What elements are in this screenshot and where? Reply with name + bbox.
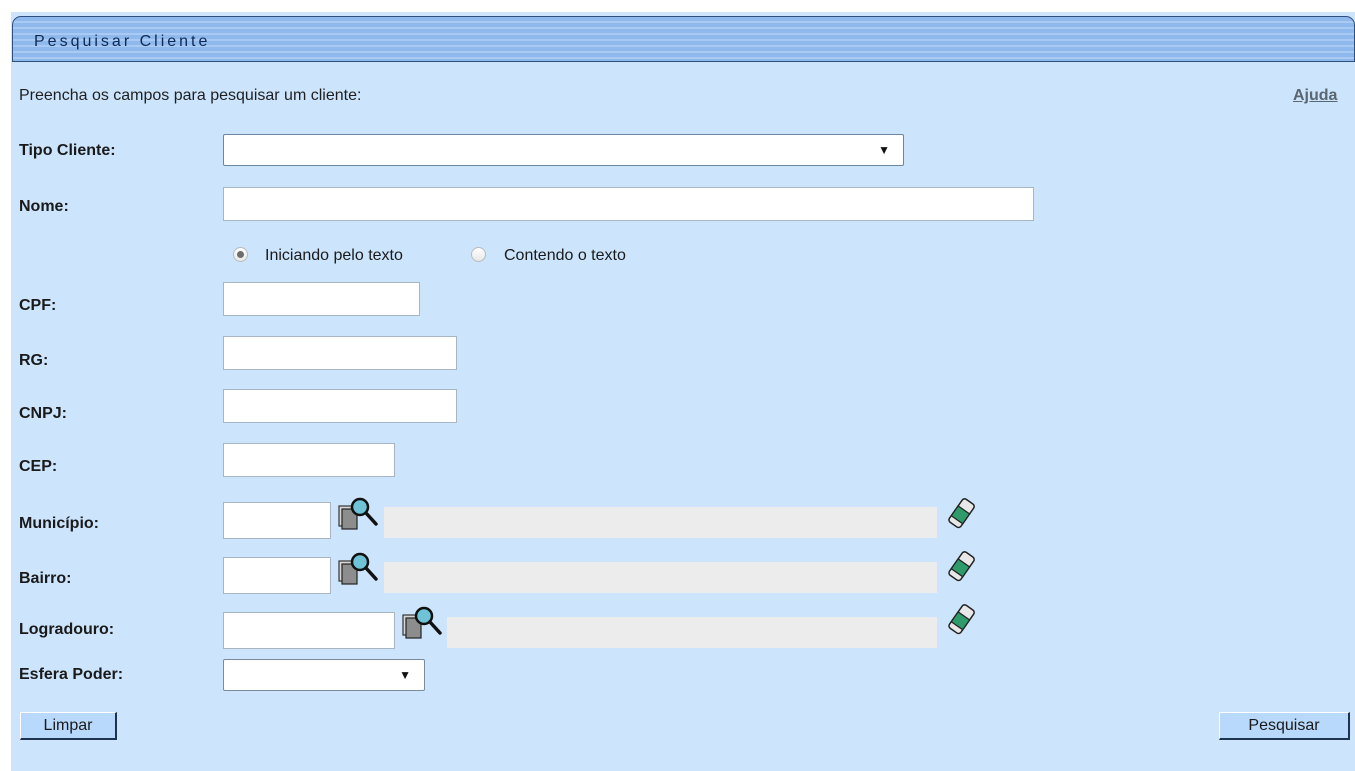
cep-input[interactable] bbox=[223, 443, 395, 477]
radio-contendo-label: Contendo o texto bbox=[504, 247, 626, 264]
municipio-label: Município: bbox=[19, 515, 99, 532]
municipio-code-input[interactable] bbox=[223, 502, 331, 539]
esfera-poder-select[interactable]: ▼ bbox=[223, 659, 425, 691]
nome-input[interactable] bbox=[223, 187, 1034, 221]
logradouro-label: Logradouro: bbox=[19, 621, 115, 638]
esfera-poder-label: Esfera Poder: bbox=[19, 666, 124, 683]
intro-text: Preencha os campos para pesquisar um cli… bbox=[19, 87, 362, 104]
bairro-search-icon[interactable] bbox=[336, 551, 380, 587]
logradouro-code-input[interactable] bbox=[223, 612, 395, 649]
dropdown-arrow-icon: ▼ bbox=[399, 668, 411, 682]
panel-title: Pesquisar Cliente bbox=[34, 33, 211, 50]
dropdown-arrow-icon: ▼ bbox=[878, 143, 890, 157]
tipo-cliente-label: Tipo Cliente: bbox=[19, 142, 116, 159]
logradouro-description-field bbox=[447, 617, 937, 648]
rg-label: RG: bbox=[19, 352, 49, 369]
cep-label: CEP: bbox=[19, 458, 58, 475]
panel-titlebar: Pesquisar Cliente bbox=[12, 16, 1355, 62]
rg-input[interactable] bbox=[223, 336, 457, 370]
radio-contendo-o-texto[interactable] bbox=[471, 247, 486, 262]
cnpj-label: CNPJ: bbox=[19, 405, 68, 422]
search-panel bbox=[11, 12, 1355, 771]
bairro-description-field bbox=[384, 562, 937, 593]
logradouro-clear-icon[interactable] bbox=[946, 603, 976, 637]
tipo-cliente-select[interactable]: ▼ bbox=[223, 134, 904, 166]
bairro-clear-icon[interactable] bbox=[946, 550, 976, 584]
bairro-label: Bairro: bbox=[19, 570, 72, 587]
logradouro-search-icon[interactable] bbox=[400, 605, 444, 641]
municipio-description-field bbox=[384, 507, 937, 538]
nome-label: Nome: bbox=[19, 198, 69, 215]
municipio-clear-icon[interactable] bbox=[946, 497, 976, 531]
cpf-input[interactable] bbox=[223, 282, 420, 316]
limpar-button[interactable]: Limpar bbox=[20, 712, 117, 740]
help-link[interactable]: Ajuda bbox=[1293, 87, 1337, 105]
pesquisar-button[interactable]: Pesquisar bbox=[1219, 712, 1350, 740]
radio-iniciando-pelo-texto[interactable] bbox=[233, 247, 248, 262]
cpf-label: CPF: bbox=[19, 297, 57, 314]
cnpj-input[interactable] bbox=[223, 389, 457, 423]
bairro-code-input[interactable] bbox=[223, 557, 331, 594]
municipio-search-icon[interactable] bbox=[336, 496, 380, 532]
radio-iniciando-label: Iniciando pelo texto bbox=[265, 247, 403, 264]
